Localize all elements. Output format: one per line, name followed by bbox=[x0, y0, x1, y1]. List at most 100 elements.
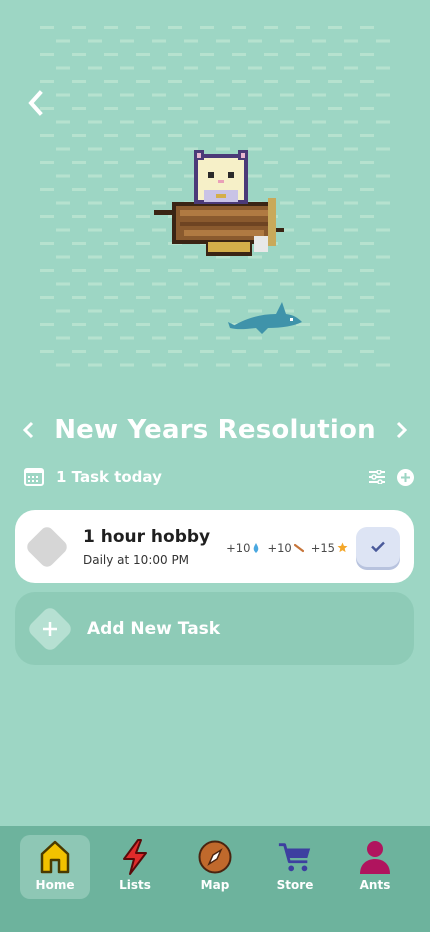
wave-dash bbox=[184, 120, 198, 124]
task-schedule: Daily at 10:00 PM bbox=[83, 552, 190, 567]
task-card[interactable]: 1 hour hobby Daily at 10:00 PM +10 +10 +… bbox=[15, 510, 414, 583]
wave-dash bbox=[328, 134, 342, 137]
wave-dash bbox=[264, 350, 278, 353]
wave-dash bbox=[152, 66, 166, 70]
wave-dash bbox=[168, 134, 182, 137]
wave-dash bbox=[280, 336, 294, 340]
wave-dash bbox=[88, 147, 102, 151]
wave-dash bbox=[168, 80, 182, 83]
wave-dash bbox=[40, 188, 54, 191]
wave-dash bbox=[136, 242, 150, 245]
wave-dash bbox=[360, 26, 374, 29]
wave-dash bbox=[72, 350, 86, 353]
chevron-right-icon bbox=[396, 421, 407, 439]
wave-dash bbox=[264, 53, 278, 56]
wave-dash bbox=[360, 269, 374, 272]
wave-dash bbox=[296, 80, 310, 83]
wave-dash bbox=[248, 93, 262, 97]
wave-dash bbox=[264, 107, 278, 110]
back-button[interactable] bbox=[22, 88, 52, 118]
wave-dash bbox=[184, 309, 198, 313]
nav-ants[interactable]: Ants bbox=[340, 835, 410, 899]
wave-dash bbox=[88, 363, 102, 367]
nav-store[interactable]: Store bbox=[260, 835, 330, 899]
stick-icon bbox=[293, 543, 304, 552]
wave-dash bbox=[120, 363, 134, 367]
wave-dash bbox=[40, 350, 54, 353]
wave-dash bbox=[232, 107, 246, 110]
wave-dash bbox=[200, 323, 214, 326]
wave-dash bbox=[88, 120, 102, 124]
wave-dash bbox=[344, 93, 358, 97]
wave-dash bbox=[88, 336, 102, 340]
wave-dash bbox=[184, 39, 198, 43]
wave-dash bbox=[168, 53, 182, 56]
wave-dash bbox=[88, 93, 102, 97]
wave-dash bbox=[344, 228, 358, 232]
add-task-icon-wrap bbox=[25, 604, 75, 654]
wave-dash bbox=[376, 93, 390, 97]
wave-dash bbox=[72, 107, 86, 110]
wave-dash bbox=[168, 269, 182, 272]
wave-dash bbox=[312, 39, 326, 43]
wave-dash bbox=[248, 66, 262, 70]
wave-dash bbox=[152, 363, 166, 367]
wave-dash bbox=[344, 363, 358, 367]
wave-dash bbox=[120, 93, 134, 97]
wave-dash bbox=[280, 66, 294, 70]
wave-dash bbox=[328, 350, 342, 353]
wave-dash bbox=[232, 350, 246, 353]
wave-dash bbox=[216, 336, 230, 340]
previous-list-button[interactable] bbox=[10, 411, 48, 449]
wave-dash bbox=[280, 282, 294, 286]
wave-dash bbox=[72, 161, 86, 164]
wave-dash bbox=[120, 309, 134, 313]
wave-dash bbox=[344, 282, 358, 286]
wave-dash bbox=[296, 188, 310, 191]
wave-dash bbox=[56, 228, 70, 232]
wave-dash bbox=[40, 242, 54, 245]
nav-home[interactable]: Home bbox=[20, 835, 90, 899]
wave-dash bbox=[312, 336, 326, 340]
wave-dash bbox=[120, 255, 134, 259]
wave-dash bbox=[296, 242, 310, 245]
water-drop-icon bbox=[254, 542, 259, 553]
wave-dash bbox=[136, 134, 150, 137]
nav-lists[interactable]: Lists bbox=[100, 835, 170, 899]
wave-dash bbox=[56, 66, 70, 70]
add-new-task-label: Add New Task bbox=[87, 618, 221, 639]
wave-dash bbox=[264, 269, 278, 272]
wave-dash bbox=[72, 134, 86, 137]
wave-dash bbox=[136, 350, 150, 353]
wave-dash bbox=[104, 323, 118, 326]
wave-dash bbox=[328, 107, 342, 110]
wave-dash bbox=[328, 161, 342, 164]
task-count-row: 1 Task today bbox=[24, 464, 414, 490]
wave-dash bbox=[136, 296, 150, 299]
wave-dash bbox=[344, 309, 358, 313]
lightning-icon bbox=[123, 839, 147, 875]
wave-dash bbox=[184, 363, 198, 367]
complete-task-button[interactable] bbox=[356, 526, 400, 567]
wave-dash bbox=[232, 26, 246, 29]
reward-water: +10 bbox=[226, 541, 260, 555]
calendar-icon bbox=[24, 468, 44, 486]
wave-dash bbox=[200, 296, 214, 299]
task-icon-placeholder bbox=[23, 523, 71, 571]
filter-button[interactable] bbox=[368, 468, 386, 486]
bottom-navigation: Home Lists Map Store Ants bbox=[0, 826, 430, 932]
reward-amount: +10 bbox=[267, 540, 292, 555]
next-list-button[interactable] bbox=[382, 411, 420, 449]
add-new-task-button[interactable]: Add New Task bbox=[15, 592, 414, 665]
wave-dash bbox=[264, 80, 278, 83]
wave-dash bbox=[376, 309, 390, 313]
add-task-circle-button[interactable] bbox=[396, 468, 414, 486]
wave-dash bbox=[376, 363, 390, 367]
nav-ants-label: Ants bbox=[359, 878, 391, 892]
chevron-left-icon bbox=[23, 421, 34, 439]
nav-map[interactable]: Map bbox=[180, 835, 250, 899]
wave-dash bbox=[216, 282, 230, 286]
wave-dash bbox=[88, 66, 102, 70]
wave-dash bbox=[56, 147, 70, 151]
wave-dash bbox=[376, 39, 390, 43]
